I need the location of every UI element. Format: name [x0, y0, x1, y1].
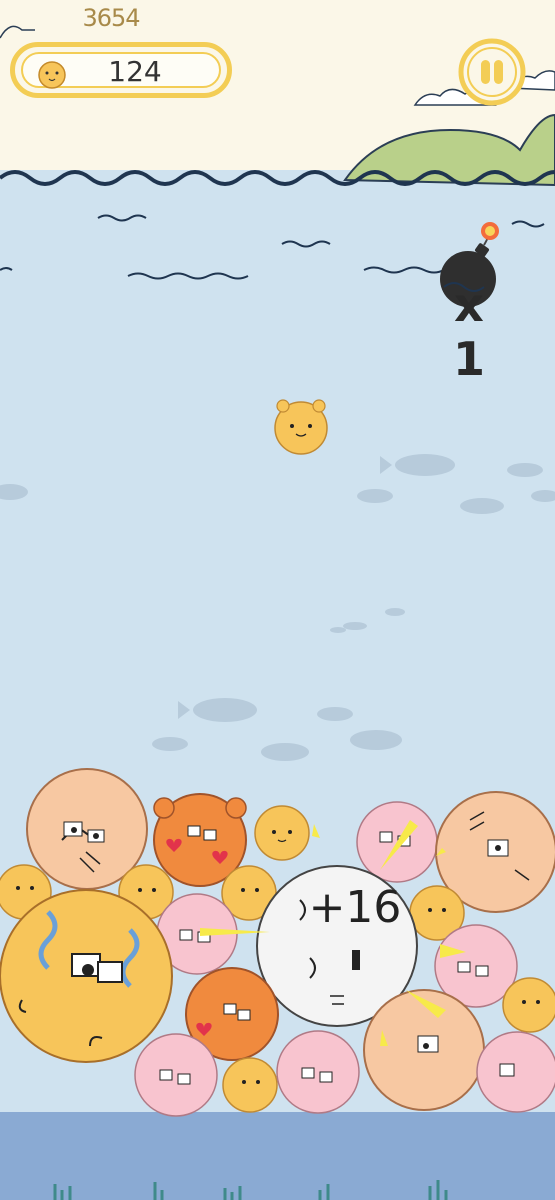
merge-score-popup: +16	[308, 882, 402, 933]
ball-pink-bottom-mid	[276, 1030, 360, 1114]
ball-yellow-bottom	[222, 1057, 278, 1113]
ball-yellow-far-right	[502, 977, 555, 1033]
ball-peach-bottom	[363, 989, 485, 1111]
falling-ball[interactable]	[274, 399, 328, 455]
ball-yellow-small	[254, 805, 310, 861]
ball-giant-yellow	[0, 889, 173, 1063]
ball-pink-bottom-left	[134, 1033, 218, 1117]
game-board[interactable]	[0, 0, 555, 1200]
ball-pink-bottom-right	[476, 1031, 555, 1113]
